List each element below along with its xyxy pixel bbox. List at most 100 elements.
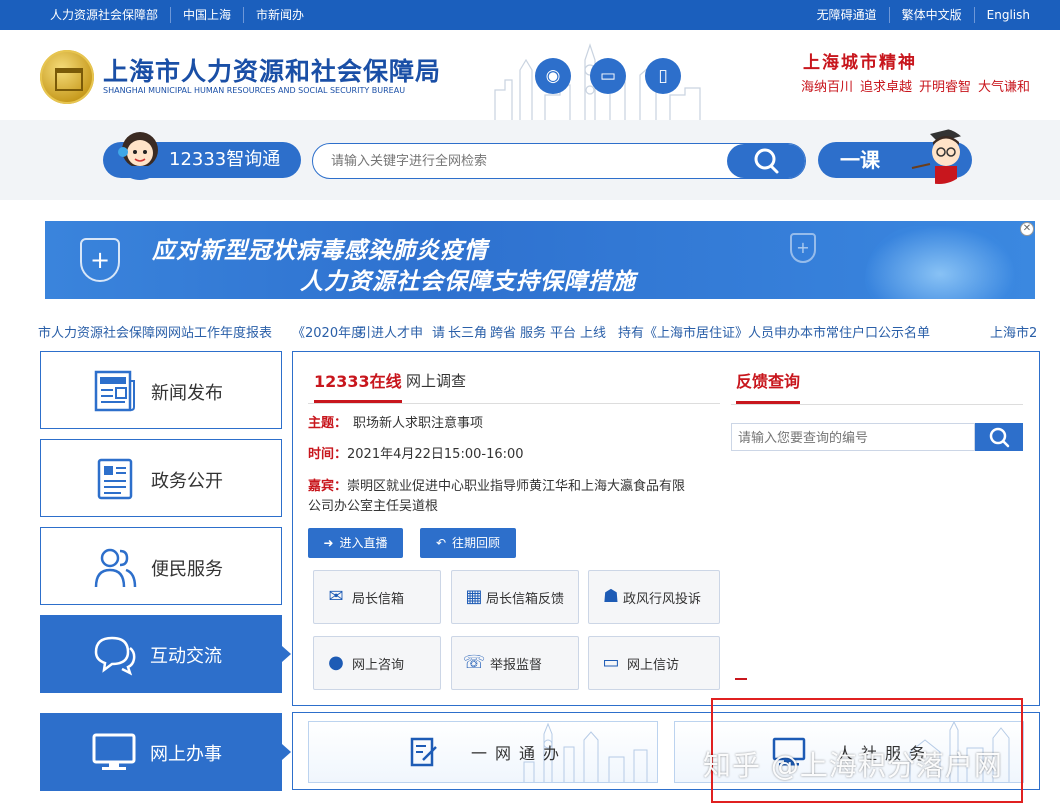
nav-government-affairs[interactable]: 政务公开 xyxy=(40,439,282,517)
topic-value[interactable]: 职场新人求职注意事项 xyxy=(353,416,483,431)
time-label: 时间： xyxy=(308,447,348,462)
online-tabs: 12333在线 网上调查 xyxy=(308,366,720,404)
tab-12333-online[interactable]: 12333在线 xyxy=(314,368,402,403)
nav-label: 政务公开 xyxy=(151,471,223,492)
mascot-teacher-icon xyxy=(911,128,962,184)
watermark-text: 知乎 @上海积分落户网 xyxy=(703,749,1003,782)
report-supervision-button[interactable]: ☏ 举报监督 xyxy=(451,636,579,690)
epidemic-banner[interactable]: + 应对新型冠状病毒感染肺炎疫情 人力资源社会保障支持保障措施 + xyxy=(45,221,1035,299)
ticker-item[interactable]: 跨省 xyxy=(490,322,516,340)
search-input[interactable] xyxy=(331,153,711,168)
grid-label: 局长信箱 xyxy=(352,592,405,607)
city-spirit-item: 开明睿智 xyxy=(919,80,972,95)
grid-label: 网上咨询 xyxy=(352,658,405,673)
online-consult-button[interactable]: ● 网上咨询 xyxy=(313,636,441,690)
ticker-item[interactable]: 引进人才申 xyxy=(358,322,423,340)
top-links-left: 人力资源社会保障部 中国上海 市新闻办 xyxy=(50,7,316,23)
nav-label: 互动交流 xyxy=(150,646,222,667)
grid-label: 政风行风投诉 xyxy=(623,592,702,607)
time-value: 2021年4月22日15:00-16:00 xyxy=(347,447,524,462)
search-icon xyxy=(989,427,1010,448)
edit-document-icon xyxy=(410,737,437,767)
top-links-right: 无障碍通道 繁体中文版 English xyxy=(817,7,1030,23)
ticker-item[interactable]: 服务 xyxy=(520,322,546,340)
director-mailbox-button[interactable]: ✉ 局长信箱 xyxy=(313,570,441,624)
bureau-emblem-logo[interactable] xyxy=(40,50,94,104)
document-icon xyxy=(97,458,133,500)
top-link-china-shanghai[interactable]: 中国上海 xyxy=(170,7,243,23)
banner-close-icon[interactable]: ✕ xyxy=(1020,222,1034,236)
one-net-service-label: 一网通办 xyxy=(471,744,568,763)
mailbox-feedback-button[interactable]: ▦ 局长信箱反馈 xyxy=(451,570,579,624)
nav-active-arrow xyxy=(282,646,291,662)
mail-icon: ✉ xyxy=(328,586,344,607)
nav-online-service[interactable]: 网上办事 xyxy=(40,713,291,791)
topic-row: 主题： 职场新人求职注意事项 xyxy=(308,414,483,434)
ticker-item[interactable]: 《2020年度 xyxy=(292,322,364,340)
guest-row: 嘉宾：崇明区就业促进中心职业指导师黄江华和上海大瀛食品有限 公司办公室主任吴道根 xyxy=(308,477,720,517)
top-link-english[interactable]: English xyxy=(973,7,1030,23)
site-header: 上海市人力资源和社会保障局 SHANGHAI MUNICIPAL HUMAN R… xyxy=(0,30,1060,120)
people-icon xyxy=(94,548,137,588)
complaint-icon: ☗ xyxy=(602,586,620,607)
tab-online-survey[interactable]: 网上调查 xyxy=(406,370,466,391)
guest-value-line2: 公司办公室主任吴道根 xyxy=(308,499,439,514)
weibo-icon[interactable]: ◉ xyxy=(535,58,571,94)
nav-label: 网上办事 xyxy=(150,744,222,765)
one-lesson-label: 一课 xyxy=(840,148,880,172)
city-spirit-item: 追求卓越 xyxy=(860,80,913,95)
mascot-girl-icon xyxy=(118,132,158,180)
top-bar: 人力资源社会保障部 中国上海 市新闻办 无障碍通道 繁体中文版 English xyxy=(0,0,1060,30)
enter-live-button[interactable]: ➜ 进入直播 xyxy=(308,528,403,558)
ticker-item[interactable]: 上线 xyxy=(580,322,606,340)
search-icon xyxy=(754,148,779,174)
nav-news-release[interactable]: 新闻发布 xyxy=(40,351,282,429)
smart-consult-label: 12333智询通 xyxy=(169,149,281,170)
top-link-mohrss[interactable]: 人力资源社会保障部 xyxy=(50,7,170,23)
small-shield-icon: + xyxy=(790,233,816,263)
ticker-item[interactable]: 上海市2 xyxy=(990,322,1037,340)
city-spirit-item: 大气谦和 xyxy=(978,80,1031,95)
site-search-box xyxy=(312,143,806,179)
nav-interaction[interactable]: 互动交流 xyxy=(40,615,291,693)
banner-line-2: 人力资源社会保障支持保障措施 xyxy=(300,269,636,295)
online-petition-button[interactable]: ▭ 网上信访 xyxy=(588,636,720,690)
grid-label: 局长信箱反馈 xyxy=(486,592,565,607)
grid-label: 举报监督 xyxy=(490,658,543,673)
past-review-button[interactable]: ↶ 往期回顾 xyxy=(420,528,516,558)
medical-shield-icon: + xyxy=(80,238,120,282)
tab-feedback-query[interactable]: 反馈查询 xyxy=(736,368,801,404)
chat-icon xyxy=(94,636,136,676)
ticker-item[interactable]: 长三角 xyxy=(448,322,487,340)
top-link-accessibility[interactable]: 无障碍通道 xyxy=(817,7,889,23)
time-row: 时间：2021年4月22日15:00-16:00 xyxy=(308,445,524,465)
ticker-item[interactable]: 平台 xyxy=(550,322,576,340)
ticker-item[interactable]: 市人力资源社会保障网网站工作年度报表 xyxy=(38,322,272,340)
city-spirit-item: 海纳百川 xyxy=(801,80,854,95)
monitor-icon xyxy=(92,733,136,770)
conduct-complaint-button[interactable]: ☗ 政风行风投诉 xyxy=(588,570,720,624)
lung-illustration-icon xyxy=(865,226,1015,299)
one-net-service-card[interactable]: 一网通办 xyxy=(308,721,658,783)
city-spirit-title: 上海城市精神 xyxy=(803,53,917,73)
nav-label: 新闻发布 xyxy=(151,383,223,404)
site-title[interactable]: 上海市人力资源和社会保障局 xyxy=(103,52,441,88)
feedback-number-input[interactable] xyxy=(731,423,975,451)
arrow-right-icon: ➜ xyxy=(323,536,334,550)
feedback-search-button[interactable] xyxy=(975,423,1023,451)
nav-public-service[interactable]: 便民服务 xyxy=(40,527,282,605)
desktop-site-icon[interactable]: ▭ xyxy=(590,58,626,94)
mobile-site-icon[interactable]: ▯ xyxy=(645,58,681,94)
feedback-dash xyxy=(735,678,747,680)
ticker-item[interactable]: 请 xyxy=(432,322,445,340)
guest-label: 嘉宾： xyxy=(308,479,348,494)
inbox-icon: ▦ xyxy=(465,586,483,607)
consult-icon: ● xyxy=(328,652,344,673)
top-link-news-office[interactable]: 市新闻办 xyxy=(243,7,316,23)
ticker-item[interactable]: 持有《上海市居住证》人员申办本市常住户口公示名单 xyxy=(618,322,930,340)
nav-active-arrow xyxy=(282,744,291,760)
search-button[interactable] xyxy=(727,144,805,178)
site-title-english: SHANGHAI MUNICIPAL HUMAN RESOURCES AND S… xyxy=(103,86,406,95)
top-link-traditional-chinese[interactable]: 繁体中文版 xyxy=(888,7,974,23)
topic-label: 主题： xyxy=(308,416,348,431)
